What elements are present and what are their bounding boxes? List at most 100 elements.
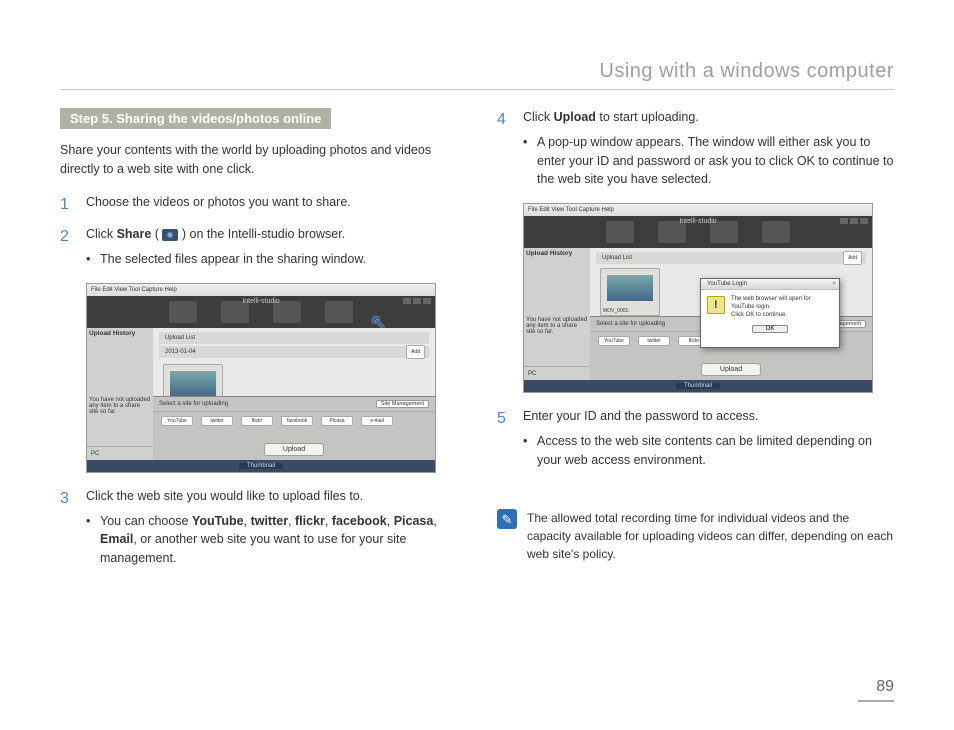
toolbar-share-icon xyxy=(325,301,353,323)
site-name: flickr xyxy=(295,514,325,528)
site-name: twitter xyxy=(251,514,289,528)
upload-button: Upload xyxy=(701,363,761,376)
window-controls-icon xyxy=(840,218,868,224)
bullet-post: , or another web site you want to use fo… xyxy=(100,532,406,565)
ok-button: OK xyxy=(752,325,788,333)
site-facebook-icon: facebook xyxy=(281,416,313,426)
step-text-prefix: Click xyxy=(86,227,117,241)
toolbar-library-icon xyxy=(606,221,634,243)
upload-button: Upload xyxy=(264,443,324,456)
site-youtube-icon: YouTube xyxy=(161,416,193,426)
step-text-suffix: ) on the Intelli-studio browser. xyxy=(178,227,345,241)
step-text-prefix: Click xyxy=(523,110,554,124)
ss-menubar: File Edit View Tool Capture Help xyxy=(524,204,872,216)
share-icon xyxy=(162,229,178,241)
add-button: Add xyxy=(843,251,862,265)
ss-footer: Thumbnail xyxy=(524,380,872,392)
toolbar-share-icon xyxy=(762,221,790,243)
site-youtube-icon: YouTube xyxy=(598,336,630,346)
screenshot-sharing-window: File Edit View Tool Capture Help Intelli… xyxy=(86,283,436,473)
dialog-text: Click OK to continue. xyxy=(731,312,833,320)
login-dialog: YouTube Login × The web browser will open… xyxy=(700,278,840,348)
step-2: 2 Click Share ( ) on the Intelli-studio … xyxy=(60,225,457,269)
step-number: 4 xyxy=(497,108,506,132)
ss-footer: Thumbnail xyxy=(87,460,435,472)
select-site-label: Select a site for uploading xyxy=(596,321,665,327)
close-icon: × xyxy=(829,279,839,289)
toolbar-library-icon xyxy=(169,301,197,323)
site-twitter-icon: twitter xyxy=(638,336,670,346)
sidebar-text: You have not uploaded any item to a shar… xyxy=(526,317,588,335)
site-picasa-icon: Picasa xyxy=(321,416,353,426)
dialog-title: YouTube Login xyxy=(707,279,747,289)
select-site-label: Select a site for uploading xyxy=(159,401,228,407)
warning-icon xyxy=(707,296,725,314)
site-management-button: Site Management xyxy=(376,400,429,408)
step-4: 4 Click Upload to start uploading. A pop… xyxy=(497,108,894,189)
step-text: Enter your ID and the password to access… xyxy=(523,409,759,423)
ss-main: Upload List 2013-01-04 Add MOV_0001. Sel… xyxy=(153,328,435,460)
upload-list-label: Upload List xyxy=(602,252,632,264)
site-name: YouTube xyxy=(192,514,244,528)
screenshot-login-popup: File Edit View Tool Capture Help Intelli… xyxy=(523,203,873,393)
ss-menubar: File Edit View Tool Capture Help xyxy=(87,284,435,296)
ss-header: Intelli-studio ↖ xyxy=(87,296,435,328)
date-label: 2013-01-04 xyxy=(165,346,196,358)
step-number: 2 xyxy=(60,225,69,249)
right-column: 4 Click Upload to start uploading. A pop… xyxy=(497,108,894,582)
step-text: Choose the videos or photos you want to … xyxy=(86,195,351,209)
note-box: ✎ The allowed total recording time for i… xyxy=(497,509,894,563)
page-number: 89 xyxy=(876,678,894,696)
site-name: Picasa xyxy=(394,514,434,528)
step-bullet: The selected files appear in the sharing… xyxy=(86,250,457,269)
thumbnail-caption: MOV_0001. xyxy=(603,308,630,314)
sidebar-text: You have not uploaded any item to a shar… xyxy=(89,397,151,415)
site-email-icon: e-mail xyxy=(361,416,393,426)
thumbnail: MOV_0001. xyxy=(600,268,660,316)
footer-thumbnail-button: Thumbnail xyxy=(676,383,720,389)
bullet-pre: You can choose xyxy=(100,514,192,528)
step-bold: Share xyxy=(117,227,152,241)
page-title: Using with a windows computer xyxy=(60,60,894,83)
step-bullet: You can choose YouTube, twitter, flickr,… xyxy=(86,512,457,568)
pc-label: PC xyxy=(87,446,153,460)
step-bullet: Access to the web site contents can be l… xyxy=(523,432,894,470)
step-number: 1 xyxy=(60,193,69,217)
note-icon: ✎ xyxy=(497,509,517,529)
step-number: 3 xyxy=(60,487,69,511)
footer-thumbnail-button: Thumbnail xyxy=(239,463,283,469)
sidebar-title: Upload History xyxy=(526,250,588,257)
step-text-suffix: to start uploading. xyxy=(596,110,699,124)
site-name: facebook xyxy=(332,514,387,528)
window-controls-icon xyxy=(403,298,431,304)
upload-list-label: Upload List xyxy=(165,332,195,344)
note-text: The allowed total recording time for ind… xyxy=(527,509,894,563)
ss-header: Intelli-studio xyxy=(524,216,872,248)
pc-label: PC xyxy=(524,366,590,380)
step-3: 3 Click the web site you would like to u… xyxy=(60,487,457,568)
app-logo: Intelli-studio xyxy=(679,218,716,225)
ss-sidebar: Upload History You have not uploaded any… xyxy=(87,328,153,460)
step-bold: Upload xyxy=(554,110,596,124)
step-text: Click the web site you would like to upl… xyxy=(86,489,363,503)
intro-text: Share your contents with the world by up… xyxy=(60,141,457,179)
site-flickr-icon: flickr xyxy=(241,416,273,426)
ss-sidebar: Upload History You have not uploaded any… xyxy=(524,248,590,380)
step-1: 1 Choose the videos or photos you want t… xyxy=(60,193,457,212)
step-bullet: A pop-up window appears. The window will… xyxy=(523,133,894,189)
bottom-panel: Select a site for uploading Site Managem… xyxy=(153,396,435,460)
site-name: Email xyxy=(100,532,133,546)
app-logo: Intelli-studio xyxy=(242,298,279,305)
step-number: 5 xyxy=(497,407,506,431)
step-text-mid: ( xyxy=(151,227,162,241)
sidebar-title: Upload History xyxy=(89,330,151,337)
ss-main: Upload List Add MOV_0001. YouTube Login ×… xyxy=(590,248,872,380)
add-button: Add xyxy=(406,345,425,359)
page-number-bar xyxy=(858,700,894,702)
left-column: Step 5. Sharing the videos/photos online… xyxy=(60,108,457,582)
step-5: 5 Enter your ID and the password to acce… xyxy=(497,407,894,469)
page-rule xyxy=(60,89,894,90)
site-twitter-icon: twitter xyxy=(201,416,233,426)
step-header: Step 5. Sharing the videos/photos online xyxy=(60,108,331,129)
dialog-text: The web browser will open for YouTube lo… xyxy=(731,296,833,312)
